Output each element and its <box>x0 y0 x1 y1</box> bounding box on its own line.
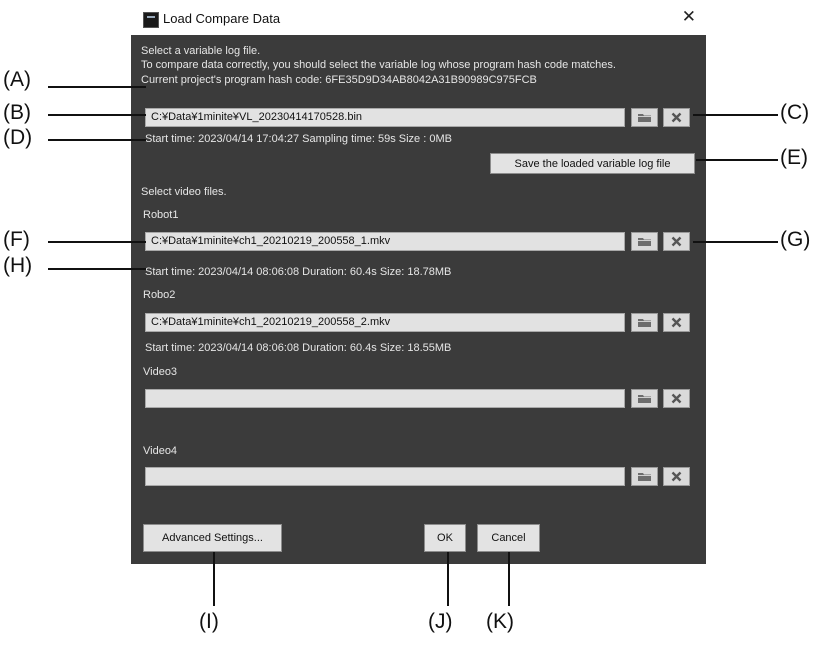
browse-log-button[interactable] <box>631 108 658 127</box>
video1-info: Start time: 2023/04/14 08:06:08 Duration… <box>145 266 452 278</box>
browse-video3-button[interactable] <box>631 389 658 408</box>
browse-video4-button[interactable] <box>631 467 658 486</box>
callout-k: (K) <box>486 610 514 633</box>
video2-info: Start time: 2023/04/14 08:06:08 Duration… <box>145 342 452 354</box>
callout-j-line <box>447 552 449 606</box>
video4-path-field[interactable] <box>145 467 625 486</box>
callout-f-line <box>48 241 146 243</box>
callout-j: (J) <box>428 610 453 633</box>
select-video-label: Select video files. <box>141 186 227 198</box>
dialog-title: Load Compare Data <box>163 11 281 26</box>
clear-x-icon <box>671 393 682 404</box>
app-icon <box>143 12 159 28</box>
video4-label: Video4 <box>143 445 178 457</box>
callout-e: (E) <box>780 146 808 169</box>
log-file-path-field[interactable]: C:¥Data¥1minite¥VL_20230414170528.bin <box>145 108 625 127</box>
log-file-info: Start time: 2023/04/14 17:04:27 Sampling… <box>145 133 452 145</box>
clear-video4-button[interactable] <box>663 467 690 486</box>
browse-video2-button[interactable] <box>631 313 658 332</box>
callout-c: (C) <box>780 101 810 124</box>
folder-icon <box>638 473 651 481</box>
folder-icon <box>638 238 651 246</box>
callout-e-line <box>696 159 778 161</box>
callout-b-line <box>48 114 146 116</box>
video1-path-field[interactable]: C:¥Data¥1minite¥ch1_20210219_200558_1.mk… <box>145 232 625 251</box>
video3-path-field[interactable] <box>145 389 625 408</box>
video1-label: Robot1 <box>143 209 179 221</box>
callout-d: (D) <box>3 126 33 149</box>
callout-b: (B) <box>3 101 31 124</box>
clear-video1-button[interactable] <box>663 232 690 251</box>
callout-g: (G) <box>780 228 811 251</box>
callout-g-line <box>693 241 778 243</box>
video2-label: Robo2 <box>143 289 176 301</box>
clear-video2-button[interactable] <box>663 313 690 332</box>
advanced-settings-button[interactable]: Advanced Settings... <box>143 524 282 552</box>
browse-video1-button[interactable] <box>631 232 658 251</box>
cancel-button[interactable]: Cancel <box>477 524 540 552</box>
load-compare-data-dialog: Load Compare Data ✕ Select a variable lo… <box>131 4 706 564</box>
folder-icon <box>638 395 651 403</box>
callout-h: (H) <box>3 254 33 277</box>
callout-c-line <box>693 114 778 116</box>
callout-i: (I) <box>199 610 219 633</box>
callout-a: (A) <box>3 68 31 91</box>
clear-video3-button[interactable] <box>663 389 690 408</box>
callout-f: (F) <box>3 228 30 251</box>
folder-icon <box>638 319 651 327</box>
clear-x-icon <box>671 236 682 247</box>
title-bar: Load Compare Data ✕ <box>131 4 706 35</box>
callout-h-line <box>48 268 146 270</box>
ok-button[interactable]: OK <box>424 524 466 552</box>
clear-log-button[interactable] <box>663 108 690 127</box>
intro-text-2: To compare data correctly, you should se… <box>141 59 616 71</box>
video2-path-field[interactable]: C:¥Data¥1minite¥ch1_20210219_200558_2.mk… <box>145 313 625 332</box>
close-icon[interactable]: ✕ <box>682 7 696 27</box>
callout-k-line <box>508 552 510 606</box>
clear-x-icon <box>671 317 682 328</box>
callout-i-line <box>213 552 215 606</box>
video3-label: Video3 <box>143 366 178 378</box>
folder-icon <box>638 114 651 122</box>
clear-x-icon <box>671 112 682 123</box>
clear-x-icon <box>671 471 682 482</box>
save-log-file-button[interactable]: Save the loaded variable log file <box>490 153 695 174</box>
callout-a-line <box>48 86 146 88</box>
intro-text-1: Select a variable log file. <box>141 45 261 57</box>
callout-d-line <box>48 139 146 141</box>
program-hash-code: Current project's program hash code: 6FE… <box>141 74 537 86</box>
